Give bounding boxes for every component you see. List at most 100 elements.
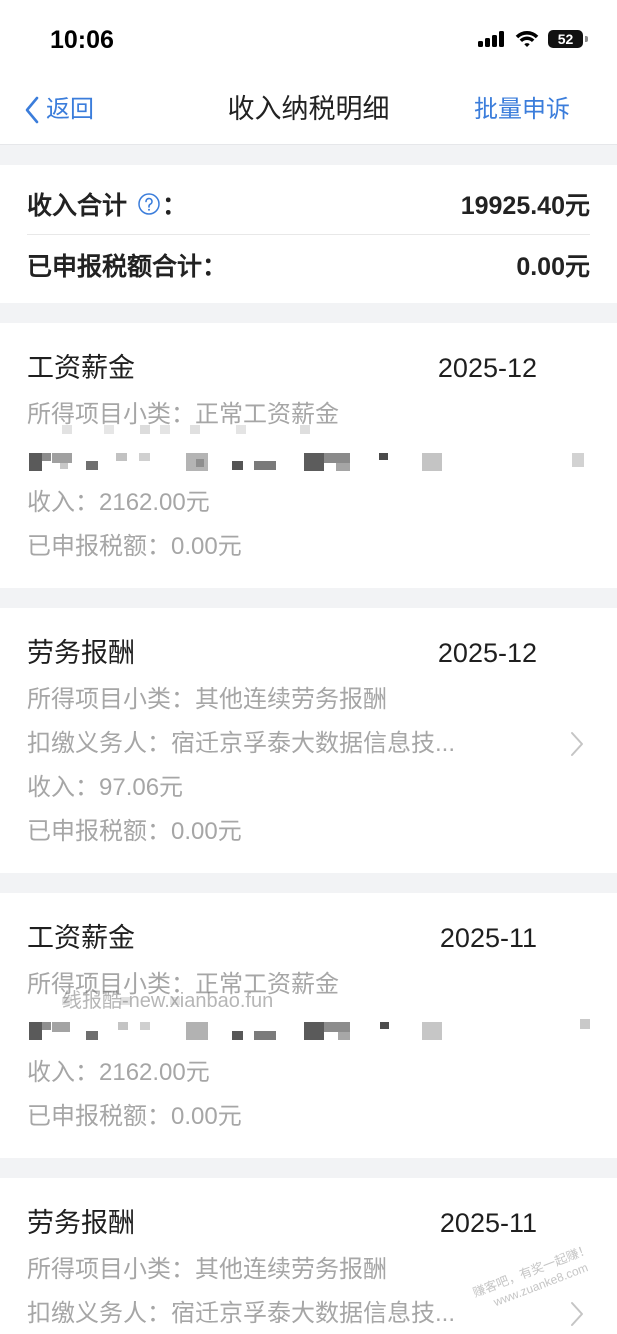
income-record-card[interactable]: 劳务报酬 2025-12 所得项目小类：其他连续劳务报酬 扣缴义务人：宿迁京孚泰…: [0, 608, 617, 873]
subcategory-value: 其他连续劳务报酬: [195, 686, 387, 713]
tax-row: 已申报税额：0.00元: [0, 525, 617, 569]
mosaic-block: [186, 1022, 208, 1040]
subcategory-label: 所得项目小类：: [27, 686, 195, 713]
mosaic-block: [118, 1022, 128, 1030]
mosaic-block: [336, 463, 350, 471]
status-bar: 10:06 52: [0, 0, 617, 75]
mosaic-block: [42, 453, 51, 461]
income-total-value: 19925.40元: [460, 192, 590, 220]
mosaic-block: [29, 1022, 42, 1040]
chevron-left-icon: [25, 96, 39, 123]
mosaic-block: [304, 1022, 324, 1040]
tax-period: 2025-11: [439, 1208, 537, 1238]
tax-total-label: 已申报税额合计：: [27, 253, 228, 281]
divider: [27, 234, 590, 235]
battery-level: 52: [557, 31, 574, 47]
summary-card: 收入合计 ： 19925.40元 已申报税额合计： 0.00元: [0, 165, 617, 303]
income-row: 收入：97.06元: [0, 766, 617, 810]
withholding-agent-row-obscured[interactable]: [0, 425, 617, 481]
mosaic-block: [52, 453, 72, 463]
record-header: 工资薪金 2025-12: [0, 348, 617, 388]
tax-total-value: 0.00元: [516, 253, 590, 281]
cellular-signal-icon: [478, 31, 504, 47]
mosaic-block: [580, 1019, 590, 1029]
income-total-label-text: 收入合计: [27, 192, 128, 220]
mosaic-block: [324, 453, 350, 463]
batch-appeal-button[interactable]: 批量申诉: [474, 75, 570, 144]
income-value: 2162.00元: [99, 1059, 210, 1086]
record-header: 劳务报酬 2025-12: [0, 633, 617, 673]
mosaic-block: [52, 1022, 70, 1032]
mosaic-block: [140, 425, 150, 434]
mosaic-block: [42, 1022, 51, 1030]
mosaic-block: [422, 453, 442, 471]
mosaic-block: [160, 425, 170, 434]
record-header: 工资薪金 2025-11: [0, 918, 617, 958]
withholding-agent-label: 扣缴义务人：: [27, 1300, 171, 1327]
mosaic-block: [232, 461, 243, 470]
battery-cap: [585, 36, 588, 42]
wifi-icon: [515, 31, 539, 47]
mosaic-block: [60, 463, 68, 469]
mosaic-block: [572, 453, 584, 467]
mosaic-block: [232, 1031, 243, 1040]
back-button[interactable]: 返回: [24, 75, 94, 144]
page-title: 收入纳税明细: [227, 94, 390, 124]
tax-period: 2025-11: [439, 923, 537, 953]
tax-row: 已申报税额：0.00元: [0, 810, 617, 854]
income-type: 劳务报酬: [27, 638, 135, 668]
tax-label: 已申报税额：: [27, 818, 171, 845]
mosaic-block: [254, 1031, 276, 1040]
income-record-card[interactable]: 工资薪金 2025-12 所得项目小类：正常工资薪金 收入：2162.00元 已…: [0, 323, 617, 588]
mosaic-block: [380, 1022, 389, 1029]
income-total-label-colon: ：: [162, 192, 188, 220]
tax-period: 2025-12: [437, 353, 537, 383]
mosaic-block: [324, 1022, 350, 1032]
income-record-card[interactable]: 劳务报酬 2025-11 所得项目小类：其他连续劳务报酬 扣缴义务人：宿迁京孚泰…: [0, 1178, 617, 1334]
mosaic-block: [190, 425, 200, 434]
chevron-right-icon[interactable]: [570, 1301, 584, 1327]
mosaic-block: [338, 1032, 350, 1040]
withholding-agent-row-obscured[interactable]: [0, 997, 617, 1051]
income-label: 收入：: [27, 489, 99, 516]
income-label: 收入：: [27, 774, 99, 801]
income-type: 工资薪金: [27, 923, 135, 953]
mosaic-block: [304, 453, 324, 471]
mosaic-block: [379, 453, 388, 460]
income-label: 收入：: [27, 1059, 99, 1086]
mosaic-block: [254, 461, 276, 470]
chevron-right-icon[interactable]: [570, 731, 584, 757]
mosaic-block: [300, 425, 310, 434]
income-total-label: 收入合计 ：: [27, 186, 187, 222]
mosaic-block: [140, 1022, 150, 1030]
mosaic-block: [196, 459, 204, 467]
mosaic-block: [86, 1031, 98, 1040]
tax-period: 2025-12: [437, 638, 537, 668]
mosaic-block: [29, 453, 42, 471]
subcategory-value: 正常工资薪金: [195, 401, 339, 428]
tax-label: 已申报税额：: [27, 533, 171, 560]
subcategory-label: 所得项目小类：: [27, 1256, 195, 1283]
mosaic-block: [86, 461, 98, 470]
mosaic-block: [104, 425, 114, 434]
income-value: 97.06元: [99, 774, 184, 801]
status-time: 10:06: [50, 26, 114, 54]
income-total-row: 收入合计 ： 19925.40元: [27, 187, 590, 221]
mosaic-block: [62, 425, 72, 434]
withholding-agent-value: 宿迁京孚泰大数据信息技...: [171, 1300, 456, 1327]
subcategory-label: 所得项目小类：: [27, 401, 195, 428]
subcategory-value: 其他连续劳务报酬: [195, 1256, 387, 1283]
income-row: 收入：2162.00元: [0, 1051, 617, 1095]
watermark-xianbao: 线报酷-new.xianbao.fun: [62, 990, 274, 1012]
mosaic-block: [422, 1022, 442, 1040]
income-type: 工资薪金: [27, 353, 135, 383]
back-label: 返回: [46, 95, 94, 123]
withholding-agent-row[interactable]: 扣缴义务人：宿迁京孚泰大数据信息技...: [0, 722, 617, 766]
battery-icon: 52: [548, 30, 583, 48]
record-header: 劳务报酬 2025-11: [0, 1203, 617, 1243]
help-icon[interactable]: [138, 193, 160, 215]
income-record-card[interactable]: 工资薪金 2025-11 所得项目小类：正常工资薪金 收入：2162.00元 已…: [0, 893, 617, 1158]
tax-label: 已申报税额：: [27, 1103, 171, 1130]
mosaic-block: [139, 453, 150, 461]
tax-value: 0.00元: [171, 818, 242, 845]
